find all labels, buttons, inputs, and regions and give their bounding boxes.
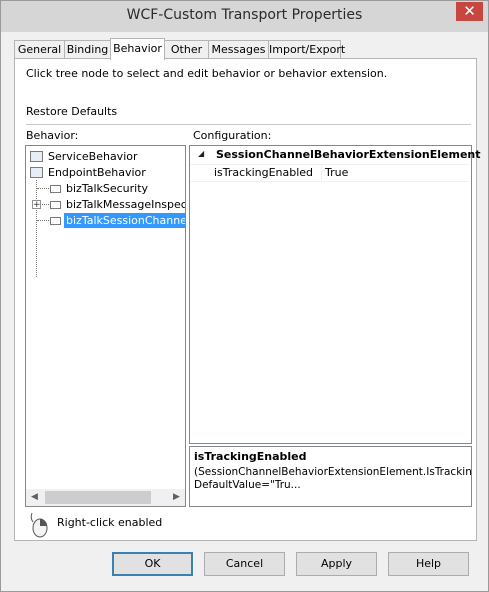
tree-item-label: bizTalkMessageInspecto bbox=[66, 198, 186, 211]
behavior-panel: Click tree node to select and edit behav… bbox=[14, 58, 481, 541]
scroll-right-icon[interactable]: ▶ bbox=[168, 489, 185, 506]
tab-import-export[interactable]: Import/Export bbox=[268, 40, 345, 59]
property-category[interactable]: ◢ SessionChannelBehaviorExtensionElement bbox=[190, 147, 481, 163]
right-click-label: Right-click enabled bbox=[57, 516, 163, 529]
ok-button[interactable]: OK bbox=[112, 552, 193, 576]
dialog-window: WCF-Custom Transport Properties ✕ Genera… bbox=[0, 0, 489, 592]
mouse-icon bbox=[30, 512, 48, 538]
tree-horizontal-scrollbar[interactable]: ◀ ▶ bbox=[26, 489, 185, 506]
property-description: isTrackingEnabled (SessionChannelBehavio… bbox=[189, 446, 472, 507]
behavior-node-icon bbox=[30, 167, 43, 178]
property-value[interactable]: True bbox=[325, 166, 348, 179]
scroll-thumb[interactable] bbox=[45, 491, 151, 504]
tree-item-label: ServiceBehavior bbox=[48, 150, 138, 163]
window-title: WCF-Custom Transport Properties bbox=[126, 7, 363, 23]
property-name: isTrackingEnabled bbox=[214, 166, 314, 179]
configuration-label: Configuration: bbox=[193, 129, 272, 142]
tree-connector bbox=[37, 220, 49, 221]
behavior-node-icon bbox=[30, 151, 43, 162]
close-icon: ✕ bbox=[463, 2, 476, 20]
tab-other[interactable]: Other bbox=[164, 40, 209, 59]
tree-item-label: bizTalkSecurity bbox=[66, 182, 149, 195]
tab-behavior[interactable]: Behavior bbox=[110, 38, 165, 60]
category-label: SessionChannelBehaviorExtensionElement bbox=[216, 148, 481, 161]
description-text: (SessionChannelBehaviorExtensionElement.… bbox=[194, 466, 472, 491]
extension-node-icon bbox=[50, 201, 61, 209]
separator bbox=[26, 124, 471, 125]
description-title: isTrackingEnabled bbox=[194, 450, 307, 463]
tree-connector bbox=[37, 188, 49, 189]
instructions-text: Click tree node to select and edit behav… bbox=[26, 67, 388, 80]
cancel-button[interactable]: Cancel bbox=[204, 552, 285, 576]
behavior-label: Behavior: bbox=[26, 129, 79, 142]
column-divider bbox=[321, 165, 322, 181]
scroll-left-icon[interactable]: ◀ bbox=[26, 489, 43, 506]
title-bar[interactable]: WCF-Custom Transport Properties ✕ bbox=[1, 1, 488, 32]
tree-item-label: bizTalkSessionChannel bbox=[64, 213, 185, 228]
property-row[interactable]: isTrackingEnabled True bbox=[190, 164, 469, 182]
tab-binding[interactable]: Binding bbox=[64, 40, 111, 59]
extension-node-icon bbox=[50, 217, 61, 225]
tab-messages[interactable]: Messages bbox=[208, 40, 269, 59]
tab-general[interactable]: General bbox=[14, 40, 65, 59]
expand-icon[interactable]: + bbox=[32, 200, 41, 210]
extension-node-icon bbox=[50, 185, 61, 193]
restore-defaults-link[interactable]: Restore Defaults bbox=[26, 105, 117, 118]
tree-connector bbox=[36, 180, 37, 277]
collapse-icon[interactable]: ◢ bbox=[198, 149, 204, 158]
behavior-tree[interactable]: ServiceBehavior EndpointBehavior bizTalk… bbox=[25, 145, 186, 507]
apply-button[interactable]: Apply bbox=[296, 552, 377, 576]
close-button[interactable]: ✕ bbox=[456, 2, 483, 21]
help-button[interactable]: Help bbox=[388, 552, 469, 576]
tree-item-label: EndpointBehavior bbox=[48, 166, 146, 179]
property-grid[interactable]: ◢ SessionChannelBehaviorExtensionElement… bbox=[189, 145, 481, 444]
